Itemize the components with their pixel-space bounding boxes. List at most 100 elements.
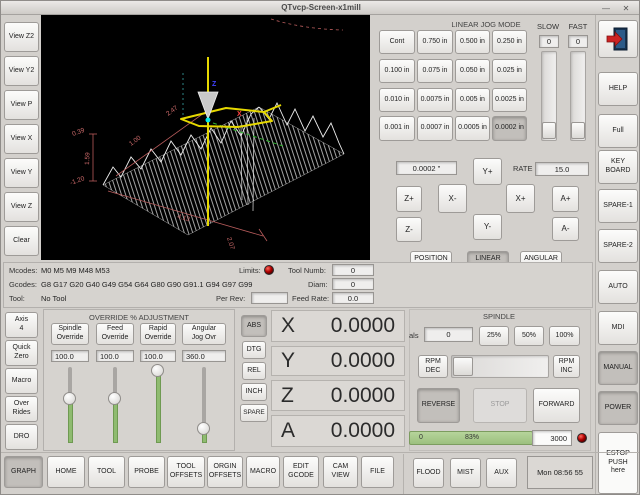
jog-increment-00007[interactable]: 0.0007 in <box>417 116 453 141</box>
jog-increment-00002[interactable]: 0.0002 in <box>492 116 527 141</box>
spindle-override-handle[interactable] <box>63 392 76 405</box>
dro-a-letter: A <box>281 419 295 443</box>
view-p-button[interactable]: View P <box>4 90 39 120</box>
jog-increment-0500[interactable]: 0.500 in <box>455 30 490 54</box>
jog-increment-0010[interactable]: 0.010 in <box>379 88 415 112</box>
mist-button[interactable]: MIST <box>450 458 481 488</box>
tab-tool-offsets[interactable]: TOOL OFFSETS <box>167 456 205 488</box>
view-y-button[interactable]: View Y <box>4 158 39 188</box>
spindle-100pct-button[interactable]: 100% <box>549 326 580 346</box>
spare2-button[interactable]: SPARE-2 <box>598 229 638 263</box>
auto-mode-button[interactable]: AUTO <box>598 270 638 304</box>
view-z-button[interactable]: View Z <box>4 192 39 222</box>
rapid-override-value: 100.0 <box>140 350 176 362</box>
angular-jog-override-button[interactable]: Angular Jog Ovr <box>182 323 226 345</box>
tool-numb-value: 0 <box>332 264 374 276</box>
aux-button[interactable]: AUX <box>486 458 517 488</box>
jog-z-plus-button[interactable]: Z+ <box>396 186 422 212</box>
dro-abs-button[interactable]: ABS <box>241 315 267 337</box>
view-y2-button[interactable]: View Y2 <box>4 56 39 86</box>
jog-increment-0025[interactable]: 0.025 in <box>492 59 527 83</box>
spindle-override-button[interactable]: Spindle Override <box>51 323 89 345</box>
jog-increment-cont[interactable]: Cont <box>379 30 415 54</box>
titlebar: QTvcp-Screen-x1mill <box>1 1 640 15</box>
spindle-25pct-button[interactable]: 25% <box>479 326 509 346</box>
tab-file[interactable]: FILE <box>361 456 394 488</box>
estop-button[interactable]: ESTOP PUSH here <box>598 432 638 494</box>
help-button[interactable]: HELP <box>598 72 638 106</box>
tab-dro[interactable]: DRO <box>5 424 38 450</box>
jog-increment-00005[interactable]: 0.0005 in <box>455 116 490 141</box>
spindle-reverse-button[interactable]: REVERSE <box>417 388 460 423</box>
tab-cam-view[interactable]: CAM VIEW <box>323 456 358 488</box>
close-icon[interactable]: ✕ <box>619 2 633 14</box>
feed-override-value: 100.0 <box>96 350 134 362</box>
jog-x-minus-button[interactable]: X- <box>438 184 467 213</box>
rpm-dec-button[interactable]: RPM DEC <box>418 355 448 378</box>
minimize-icon[interactable]: — <box>599 2 613 14</box>
jog-y-minus-button[interactable]: Y- <box>473 214 502 240</box>
clear-view-button[interactable]: Clear <box>4 226 39 256</box>
exit-button[interactable] <box>598 20 638 58</box>
jog-increment-0005[interactable]: 0.005 in <box>455 88 490 112</box>
jog-increment-00025[interactable]: 0.0025 in <box>492 88 527 112</box>
tab-overrides[interactable]: Over Rides <box>5 396 38 422</box>
spindle-stop-button[interactable]: STOP <box>473 388 527 423</box>
spindle-rpm-spinbox[interactable]: 3000 <box>532 430 572 446</box>
jog-z-minus-button[interactable]: Z- <box>396 217 422 242</box>
power-button[interactable]: POWER <box>598 391 638 425</box>
dro-rel-button[interactable]: REL <box>242 362 266 380</box>
feed-override-button[interactable]: Feed Override <box>96 323 134 345</box>
tab-macro[interactable]: Macro <box>5 368 38 394</box>
spindle-50pct-button[interactable]: 50% <box>514 326 544 346</box>
jog-increment-0100[interactable]: 0.100 in <box>379 59 415 83</box>
gcode-graph-view[interactable]: 0.39 1.59 -1.20 1.00 2.47 4.13 2.07 Z X <box>41 15 370 260</box>
rapid-override-button[interactable]: Rapid Override <box>140 323 176 345</box>
tab-edit-gcode[interactable]: EDIT GCODE <box>283 456 319 488</box>
tab-axis-4[interactable]: Axis 4 <box>5 312 38 338</box>
view-z2-button[interactable]: View Z2 <box>4 22 39 52</box>
jog-increment-00075[interactable]: 0.0075 in <box>417 88 453 112</box>
clock-display: Mon 08:56 55 <box>527 456 593 489</box>
dro-z-value: 0.0000 <box>331 384 395 408</box>
slow-slider-value: 0 <box>539 35 559 48</box>
tab-quick-zero[interactable]: Quick Zero <box>5 340 38 366</box>
manual-mode-button[interactable]: MANUAL <box>598 351 638 385</box>
jog-y-plus-button[interactable]: Y+ <box>473 158 502 185</box>
slow-slider-handle[interactable] <box>542 122 556 139</box>
flood-button[interactable]: FLOOD <box>413 458 444 488</box>
dim-label: -1.20 <box>69 175 86 187</box>
jog-increment-0750[interactable]: 0.750 in <box>417 30 453 54</box>
jog-increment-0001[interactable]: 0.001 in <box>379 116 415 141</box>
tab-macro[interactable]: MACRO <box>246 456 280 488</box>
per-rev-input[interactable] <box>251 292 288 304</box>
feed-override-handle[interactable] <box>108 392 121 405</box>
jog-x-plus-button[interactable]: X+ <box>506 184 535 213</box>
tab-home[interactable]: HOME <box>47 456 85 488</box>
tab-probe[interactable]: PROBE <box>128 456 165 488</box>
jog-increment-0250[interactable]: 0.250 in <box>492 30 527 54</box>
spindle-forward-button[interactable]: FORWARD <box>533 388 580 423</box>
jog-increment-0075[interactable]: 0.075 in <box>417 59 453 83</box>
dro-dtg-button[interactable]: DTG <box>242 341 266 359</box>
tab-origin-offsets[interactable]: ORGIN OFFSETS <box>207 456 243 488</box>
view-x-button[interactable]: View X <box>4 124 39 154</box>
tab-tool[interactable]: TOOL <box>88 456 125 488</box>
mdi-mode-button[interactable]: MDI <box>598 311 638 345</box>
rpm-inc-button[interactable]: RPM INC <box>553 355 580 378</box>
angular-jog-handle[interactable] <box>197 422 210 435</box>
jog-increment-0050[interactable]: 0.050 in <box>455 59 490 83</box>
fullscreen-button[interactable]: Full <box>598 114 638 148</box>
rpm-slider-handle[interactable] <box>453 357 473 376</box>
keyboard-button[interactable]: KEY BOARD <box>598 150 638 184</box>
spare1-button[interactable]: SPARE-1 <box>598 189 638 223</box>
fast-slider-handle[interactable] <box>571 122 585 139</box>
jog-a-minus-button[interactable]: A- <box>552 217 579 241</box>
jog-a-plus-button[interactable]: A+ <box>552 186 579 212</box>
spindle-override-value: 100.0 <box>51 350 89 362</box>
dro-inch-button[interactable]: INCH <box>241 383 267 401</box>
rapid-override-handle[interactable] <box>151 364 164 377</box>
dro-spare-button[interactable]: SPARE <box>240 404 268 422</box>
tab-graph[interactable]: GRAPH <box>4 456 43 488</box>
per-rev-label: Per Rev: <box>216 294 245 303</box>
